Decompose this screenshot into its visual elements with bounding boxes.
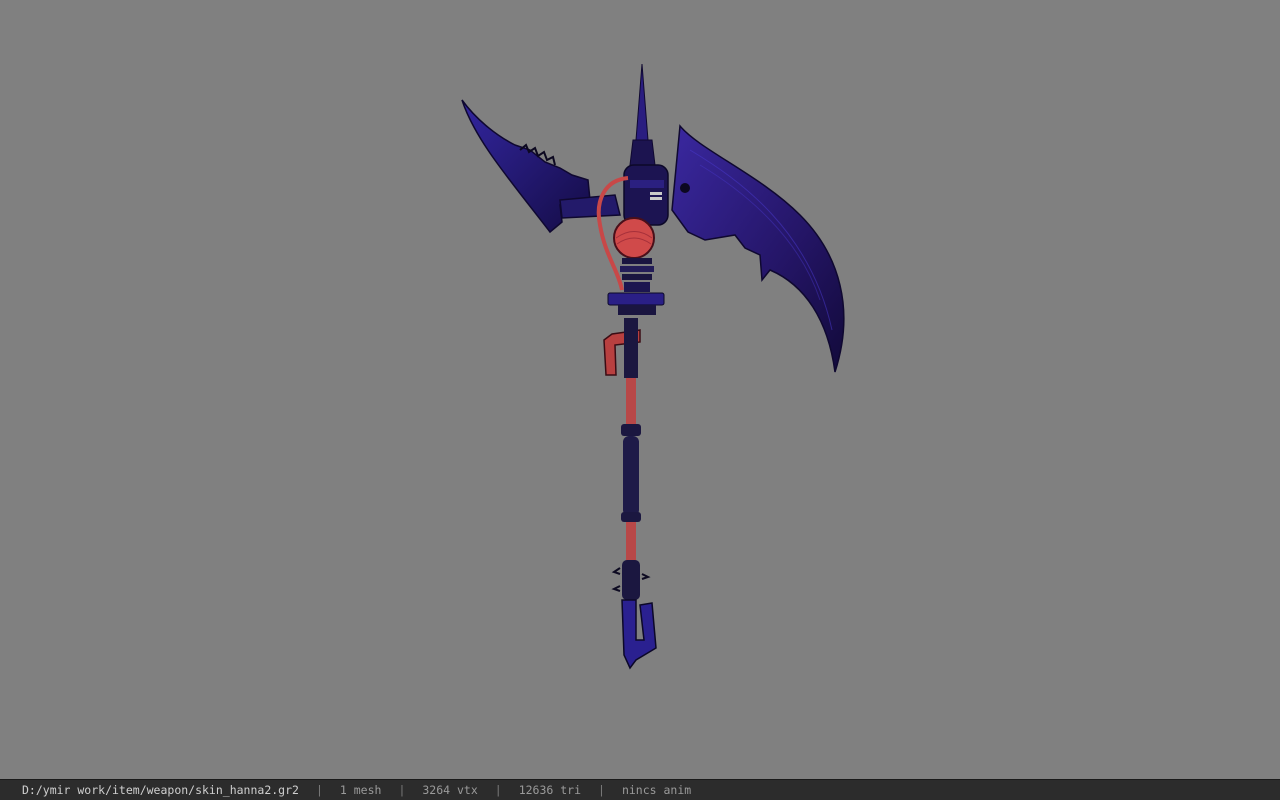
scythe-model-icon <box>461 63 845 670</box>
top-spike <box>629 63 656 166</box>
3d-viewport[interactable] <box>0 0 1280 779</box>
status-separator: | <box>315 783 323 797</box>
vertex-count: 3264 vtx <box>422 783 478 797</box>
status-separator: | <box>598 783 605 797</box>
status-separator: | <box>494 783 502 797</box>
bottom-hook <box>621 599 657 670</box>
neck-rings <box>607 258 665 315</box>
triangle-count: 12636 tri <box>518 783 582 797</box>
red-orb <box>613 217 655 259</box>
file-path: D:/ymir work/item/weapon/skin_hanna2.gr2 <box>22 783 299 797</box>
animation-status: nincs anim <box>621 783 692 797</box>
left-blade <box>461 99 621 234</box>
status-bar: D:/ymir work/item/weapon/skin_hanna2.gr2… <box>0 779 1280 800</box>
right-blade <box>671 124 845 373</box>
head-housing <box>623 164 669 226</box>
shaft <box>611 318 651 600</box>
mesh-count: 1 mesh <box>339 783 382 797</box>
status-separator: | <box>398 783 406 797</box>
